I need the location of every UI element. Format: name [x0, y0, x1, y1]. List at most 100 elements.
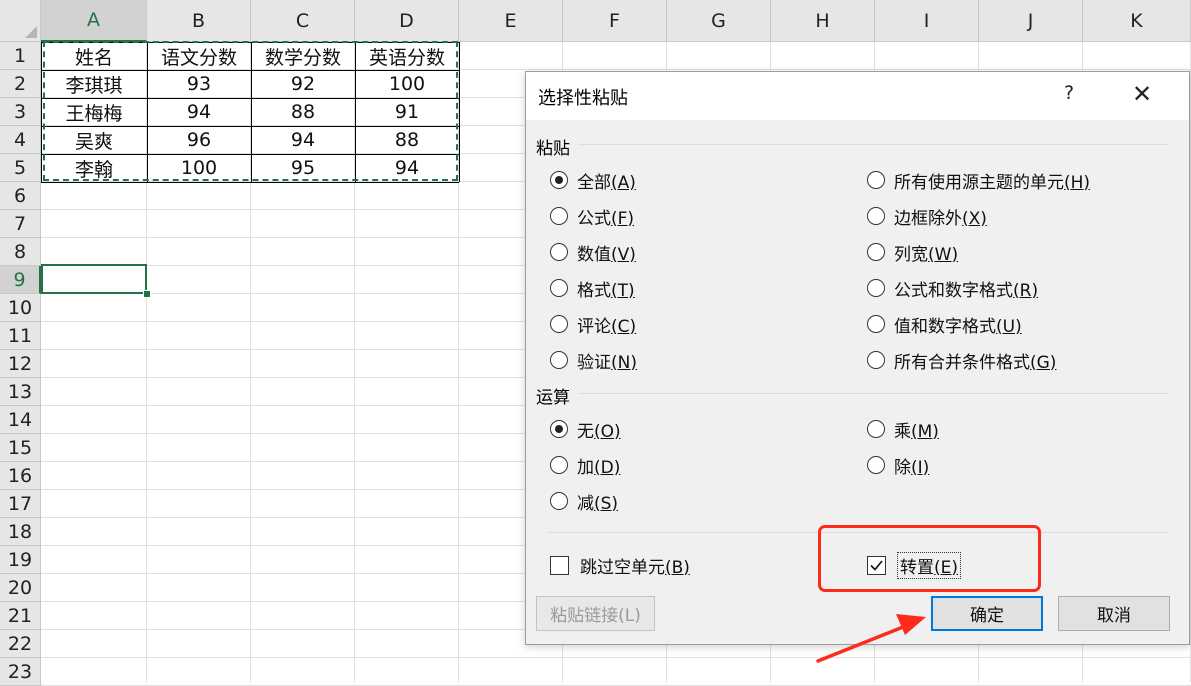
skip-blanks-label: 跳过空单元 [580, 557, 665, 578]
radio-text: 乘(M) [894, 417, 939, 442]
radio-selected-icon [550, 420, 568, 438]
operation-section-divider [578, 393, 1169, 394]
radio-icon [867, 420, 885, 438]
radio-option[interactable]: 所有使用源主题的单元(H) [867, 168, 1091, 193]
radio-option[interactable]: 公式(F) [550, 204, 635, 229]
column-header-d[interactable]: D [355, 0, 459, 42]
radio-label: 验证 [577, 352, 611, 373]
radio-icon [550, 207, 568, 225]
radio-option[interactable]: 验证(N) [550, 348, 637, 373]
row-header-4[interactable]: 4 [0, 126, 41, 154]
row-header-9[interactable]: 9 [0, 266, 41, 294]
row-header-16[interactable]: 16 [0, 462, 41, 490]
radio-accel-key: (V) [611, 244, 636, 265]
radio-text: 减(S) [577, 489, 618, 514]
active-cell-a9[interactable] [41, 264, 147, 294]
radio-text: 所有合并条件格式(G) [894, 348, 1056, 373]
radio-option[interactable]: 公式和数字格式(R) [867, 276, 1038, 301]
radio-icon [550, 492, 568, 510]
radio-label: 乘 [894, 421, 911, 442]
radio-icon [867, 207, 885, 225]
row-header-20[interactable]: 20 [0, 574, 41, 602]
radio-accel-key: (C) [611, 316, 637, 337]
radio-option[interactable]: 边框除外(X) [867, 204, 987, 229]
column-header-h[interactable]: H [771, 0, 875, 42]
radio-accel-key: (T) [611, 280, 635, 301]
radio-option[interactable]: 全部(A) [550, 168, 636, 193]
row-header-5[interactable]: 5 [0, 154, 41, 182]
radio-accel-key: (M) [911, 421, 939, 442]
row-header-13[interactable]: 13 [0, 378, 41, 406]
radio-accel-key: (F) [611, 208, 635, 229]
copy-marquee [43, 41, 458, 181]
radio-option[interactable]: 加(D) [550, 453, 620, 478]
cancel-button[interactable]: 取消 [1058, 596, 1170, 631]
radio-label: 公式 [577, 208, 611, 229]
column-header-a[interactable]: A [41, 0, 147, 42]
radio-option[interactable]: 格式(T) [550, 276, 635, 301]
radio-option[interactable]: 列宽(W) [867, 240, 958, 265]
column-header-i[interactable]: I [875, 0, 979, 42]
radio-icon [867, 315, 885, 333]
radio-option[interactable]: 无(O) [550, 417, 621, 442]
radio-label: 全部 [577, 172, 611, 193]
radio-option[interactable]: 减(S) [550, 489, 618, 514]
column-header-e[interactable]: E [459, 0, 563, 42]
radio-label: 评论 [577, 316, 611, 337]
radio-icon [867, 243, 885, 261]
radio-accel-key: (H) [1064, 172, 1091, 193]
radio-selected-icon [550, 171, 568, 189]
radio-label: 值和数字格式 [894, 316, 996, 337]
row-header-18[interactable]: 18 [0, 518, 41, 546]
radio-option[interactable]: 除(I) [867, 453, 929, 478]
dialog-titlebar: 选择性粘贴 ? ✕ [526, 72, 1189, 120]
skip-blanks-checkbox[interactable]: 跳过空单元(B) [550, 552, 690, 578]
row-header-19[interactable]: 19 [0, 546, 41, 574]
paste-link-button[interactable]: 粘贴链接(L) [536, 596, 655, 631]
row-header-6[interactable]: 6 [0, 182, 41, 210]
paste-section-label: 粘贴 [536, 139, 570, 159]
row-header-15[interactable]: 15 [0, 434, 41, 462]
column-header-j[interactable]: J [979, 0, 1083, 42]
row-header-14[interactable]: 14 [0, 406, 41, 434]
radio-icon [550, 351, 568, 369]
row-header-7[interactable]: 7 [0, 210, 41, 238]
row-header-17[interactable]: 17 [0, 490, 41, 518]
ok-button[interactable]: 确定 [931, 596, 1043, 631]
fill-handle[interactable] [143, 290, 151, 298]
column-header-k[interactable]: K [1083, 0, 1191, 42]
row-header-8[interactable]: 8 [0, 238, 41, 266]
radio-icon [550, 456, 568, 474]
radio-option[interactable]: 值和数字格式(U) [867, 312, 1022, 337]
column-header-b[interactable]: B [147, 0, 251, 42]
row-header-21[interactable]: 21 [0, 602, 41, 630]
radio-option[interactable]: 数值(V) [550, 240, 636, 265]
operation-section-label: 运算 [536, 388, 570, 408]
select-all-corner[interactable] [0, 0, 41, 42]
column-header-g[interactable]: G [667, 0, 771, 42]
radio-icon [867, 456, 885, 474]
row-header-12[interactable]: 12 [0, 350, 41, 378]
row-header-11[interactable]: 11 [0, 322, 41, 350]
radio-text: 值和数字格式(U) [894, 312, 1022, 337]
row-header-1[interactable]: 1 [0, 42, 41, 70]
radio-option[interactable]: 评论(C) [550, 312, 637, 337]
radio-accel-key: (R) [1013, 280, 1039, 301]
radio-option[interactable]: 乘(M) [867, 417, 939, 442]
radio-text: 全部(A) [577, 168, 636, 193]
radio-icon [550, 243, 568, 261]
radio-text: 公式和数字格式(R) [894, 276, 1038, 301]
column-header-f[interactable]: F [563, 0, 667, 42]
radio-icon [550, 315, 568, 333]
row-header-2[interactable]: 2 [0, 70, 41, 98]
radio-option[interactable]: 所有合并条件格式(G) [867, 348, 1056, 373]
radio-label: 所有合并条件格式 [894, 352, 1030, 373]
close-icon[interactable]: ✕ [1132, 80, 1152, 108]
row-header-10[interactable]: 10 [0, 294, 41, 322]
row-header-3[interactable]: 3 [0, 98, 41, 126]
help-button[interactable]: ? [1064, 82, 1074, 104]
paste-section-divider [578, 144, 1169, 145]
row-header-22[interactable]: 22 [0, 630, 41, 658]
radio-icon [550, 279, 568, 297]
column-header-c[interactable]: C [251, 0, 355, 42]
